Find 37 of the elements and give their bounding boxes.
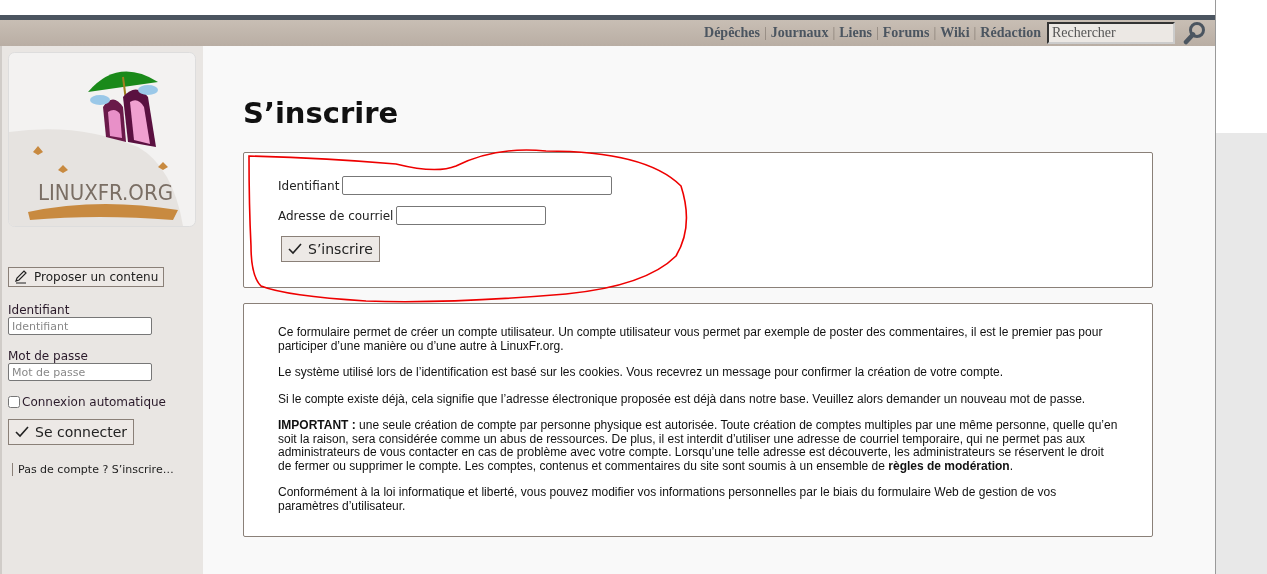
pencil-icon [14, 270, 28, 284]
nav-link[interactable]: Rédaction [980, 25, 1041, 41]
logo-drawing[interactable]: LINUXFR.ORG [8, 52, 196, 227]
separator: | [832, 25, 836, 41]
nav-link[interactable]: Liens [839, 25, 872, 41]
field-label: Adresse de courriel [278, 208, 394, 223]
checkbox[interactable] [8, 396, 20, 408]
input-field[interactable] [342, 176, 613, 195]
info-paragraph: Si le compte existe déjà, cela signifie que l’adresse électronique proposée est déjà dans notre base. Veuillez alors demander un nouveau mot de passe. [278, 392, 1087, 406]
search-field[interactable]: Rechercher [1047, 22, 1175, 44]
password-field[interactable]: Mot de passe [8, 363, 152, 381]
page-title: S’inscrire [243, 96, 400, 130]
search-icon[interactable] [1183, 21, 1207, 45]
checkbox-label: Connexion automatique [22, 395, 166, 409]
login-button[interactable]: Se connecter [8, 419, 135, 445]
signup-button[interactable]: S’inscrire [281, 236, 380, 262]
info-paragraph: Ce formulaire permet de créer un compte utilisateur. Un compte utilisateur vous permet par exemple de poster des commentaires, il est le premier pas pour participer d’une manière ou d’une autre à LinuxFr.org. [278, 326, 1104, 353]
check-icon [15, 426, 29, 438]
info-paragraph: IMPORTANT : une seule création de compte par personne physique est autorisée. Toute création de comptes multiples par une même personne, quelle qu’en soit la raison, sera considérée comme un abus de ressources. De plus, il est interdit d’utiliser une adresse de courriel temporaire, qui ne permet pas aux administrateurs de vous contacter en cas de problème avec votre compte. Lorsqu’une telle adresse est découverte, les administrateurs se réservent le droit de fermer ou supprimer le compte. Les comptes, contenus et commentaires du site sont soumis à un ensemble de règles de modération. [278, 419, 1118, 473]
separator: | [973, 25, 977, 41]
check-icon [288, 243, 302, 255]
nav-link[interactable]: Journaux [770, 25, 829, 41]
field-label: Identifiant [8, 303, 70, 317]
info-paragraph: Le système utilisé lors de l’identification est basé sur les cookies. Vous recevrez un message pour confirmer la création de votre compte. [278, 366, 1004, 380]
input-field[interactable] [396, 206, 547, 225]
info-paragraph: Conformément à la loi informatique et liberté, vous pouvez modifier vos informations personnelles par le biais du formulaire Web de gestion de vos paramètres d’utilisateur. [278, 486, 1058, 513]
separator: | [764, 25, 767, 41]
separator: | [875, 25, 879, 41]
username-field[interactable]: Identifiant [8, 317, 152, 335]
propose-content-button[interactable]: Proposer un contenu [8, 267, 165, 287]
nav-link[interactable]: Forums [882, 25, 930, 41]
nav-link[interactable]: Dépêches [704, 25, 760, 41]
field-label: Identifiant [278, 178, 340, 193]
separator: | [933, 25, 937, 41]
field-label: Mot de passe [8, 349, 88, 363]
nav-link[interactable]: Wiki [940, 25, 970, 41]
signup-link[interactable]: Pas de compte ? S’inscrire… [12, 463, 174, 476]
